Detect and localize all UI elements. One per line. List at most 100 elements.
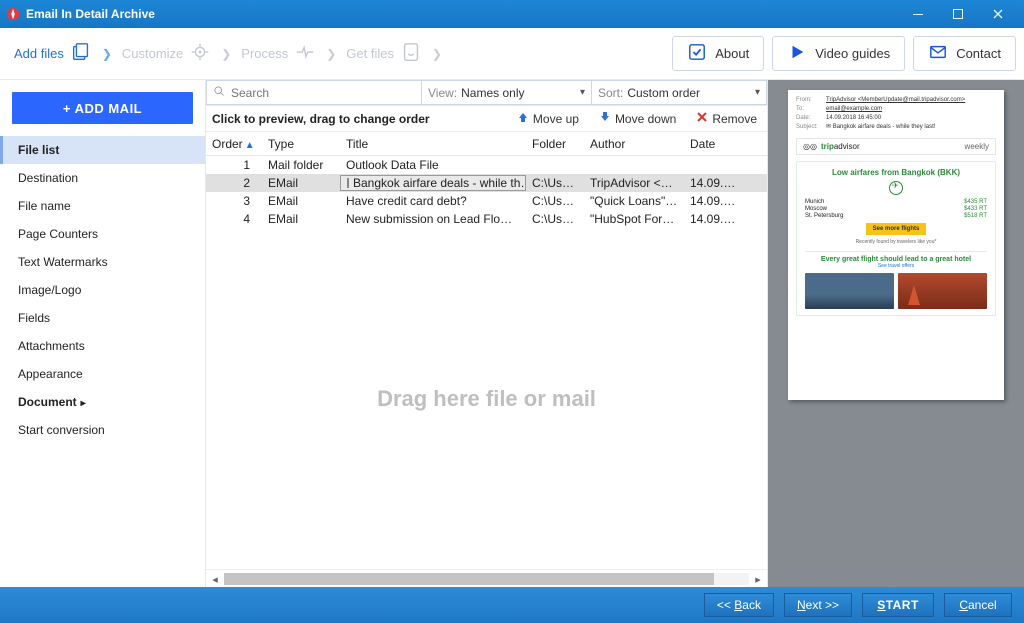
view-dropdown[interactable]: View: Names only ▾: [422, 80, 592, 105]
preview-card: Low airfares from Bangkok (BKK) Munich$4…: [796, 161, 996, 316]
back-button[interactable]: << Back: [704, 593, 774, 617]
sidebar-item-fields[interactable]: Fields: [0, 304, 205, 332]
window-titlebar: Email In Detail Archive: [0, 0, 1024, 28]
sidebar-item-label: Document: [18, 395, 77, 409]
cell-title: Bangkok airfare deals - while th…: [340, 175, 526, 191]
chevron-down-icon: ▾: [755, 87, 760, 98]
sidebar-item-label: File list: [18, 143, 59, 157]
route-row: St. Petersburg$518 RT: [805, 213, 987, 219]
add-mail-button[interactable]: + ADD MAIL: [12, 92, 193, 124]
gear-icon: [189, 41, 211, 66]
cell-date: 14.09.20…: [684, 176, 742, 190]
col-author[interactable]: Author: [584, 137, 684, 151]
search-field[interactable]: [231, 86, 415, 100]
toolbar-right: About Video guides Contact: [672, 36, 1016, 71]
scroll-thumb[interactable]: [224, 573, 714, 585]
video-guides-button[interactable]: Video guides: [772, 36, 905, 71]
col-folder[interactable]: Folder: [526, 137, 584, 151]
cell-order: 2: [206, 176, 262, 190]
sidebar-item-image-logo[interactable]: Image/Logo: [0, 276, 205, 304]
owl-icon: ◎◎: [803, 142, 817, 151]
about-button[interactable]: About: [672, 36, 764, 71]
mail-mini-icon: [347, 178, 349, 188]
list-hint: Click to preview, drag to change order: [206, 112, 507, 126]
cell-type: EMail: [262, 212, 340, 226]
search-icon: [213, 85, 225, 100]
plane-icon: [889, 181, 903, 195]
window-title: Email In Detail Archive: [26, 7, 155, 21]
sidebar-item-file-list[interactable]: File list: [0, 136, 205, 164]
table-row[interactable]: 4 EMail New submission on Lead Flow "My……: [206, 210, 767, 228]
move-down-button[interactable]: Move down: [589, 106, 686, 132]
start-button[interactable]: START: [862, 593, 934, 617]
sort-dropdown[interactable]: Sort: Custom order ▾: [592, 80, 767, 105]
table-row[interactable]: 1 Mail folder Outlook Data File: [206, 156, 767, 174]
cell-type: Mail folder: [262, 158, 340, 172]
envelope-icon: [928, 43, 948, 64]
cancel-button[interactable]: Cancel: [944, 593, 1012, 617]
dropdown-label: View:: [428, 86, 457, 100]
cell-order: 3: [206, 194, 262, 208]
caret-right-icon: ▸: [81, 398, 86, 409]
cell-title: Outlook Data File: [340, 158, 526, 172]
top-toolbar: Add files ❯ Customize ❯ Process ❯ Get fi…: [0, 28, 1024, 80]
sidebar-item-attachments[interactable]: Attachments: [0, 332, 205, 360]
chevron-right-icon: ❯: [326, 46, 336, 62]
move-up-button[interactable]: Move up: [507, 106, 589, 132]
cell-title: Have credit card debt?: [340, 194, 526, 208]
cell-folder: C:\User…: [526, 176, 584, 190]
remove-button[interactable]: Remove: [686, 106, 767, 132]
col-title[interactable]: Title: [340, 137, 526, 151]
button-label: Move down: [615, 112, 676, 126]
col-order[interactable]: Order▲: [206, 137, 262, 151]
drop-zone[interactable]: Drag here file or mail: [206, 228, 767, 569]
contact-button[interactable]: Contact: [913, 36, 1016, 71]
cell-date: 14.09.20…: [684, 194, 742, 208]
maximize-button[interactable]: [938, 0, 978, 28]
step-label: Get files: [346, 46, 394, 61]
step-process[interactable]: Process: [235, 37, 322, 70]
minimize-button[interactable]: [898, 0, 938, 28]
files-icon: [70, 41, 92, 66]
button-label: Remove: [712, 112, 757, 126]
sidebar-item-document[interactable]: Document ▸: [0, 388, 205, 416]
search-input[interactable]: [206, 80, 422, 105]
sidebar-item-destination[interactable]: Destination: [0, 164, 205, 192]
sidebar-item-start-conversion[interactable]: Start conversion: [0, 416, 205, 444]
step-add-files[interactable]: Add files: [8, 37, 98, 70]
main-area: + ADD MAIL File list Destination File na…: [0, 80, 1024, 587]
window-controls: [898, 0, 1018, 28]
preview-page[interactable]: From:TripAdvisor <MemberUpdate@mail.trip…: [788, 90, 1004, 400]
step-customize[interactable]: Customize: [116, 37, 217, 70]
step-label: Process: [241, 46, 288, 61]
next-button[interactable]: Next >>: [784, 593, 852, 617]
table-row[interactable]: 3 EMail Have credit card debt? C:\User… …: [206, 192, 767, 210]
dropdown-label: Sort:: [598, 86, 623, 100]
sidebar-item-text-watermarks[interactable]: Text Watermarks: [0, 248, 205, 276]
scroll-right-icon[interactable]: ▸: [749, 570, 767, 588]
sidebar-item-appearance[interactable]: Appearance: [0, 360, 205, 388]
sidebar-item-label: Fields: [18, 311, 50, 325]
cell-author: TripAdvisor <M…: [584, 176, 684, 190]
preview-photo: [898, 273, 987, 309]
step-get-files[interactable]: Get files: [340, 37, 428, 70]
sidebar-item-file-name[interactable]: File name: [0, 192, 205, 220]
preview-note: Recently found by travelers like you*: [805, 239, 987, 245]
route-row: Munich$435 RT: [805, 199, 987, 205]
chevron-right-icon: ❯: [102, 46, 112, 62]
horizontal-scrollbar[interactable]: ◂ ▸: [206, 569, 767, 587]
scroll-left-icon[interactable]: ◂: [206, 570, 224, 588]
sidebar-item-page-counters[interactable]: Page Counters: [0, 220, 205, 248]
list-toolbar: Click to preview, drag to change order M…: [206, 106, 767, 132]
cell-date: 14.09.20…: [684, 212, 742, 226]
preview-tagline: Every great flight should lead to a grea…: [805, 256, 987, 263]
preview-brand-bar: ◎◎ triptripadvisoradvisor weekly: [796, 138, 996, 155]
close-button[interactable]: [978, 0, 1018, 28]
col-type[interactable]: Type: [262, 137, 340, 151]
sidebar-item-label: File name: [18, 199, 71, 213]
step-label: Add files: [14, 46, 64, 61]
chevron-right-icon: ❯: [221, 46, 231, 62]
table-row[interactable]: 2 EMail Bangkok airfare deals - while th…: [206, 174, 767, 192]
center-panel: View: Names only ▾ Sort: Custom order ▾ …: [206, 80, 768, 587]
col-date[interactable]: Date: [684, 137, 740, 151]
